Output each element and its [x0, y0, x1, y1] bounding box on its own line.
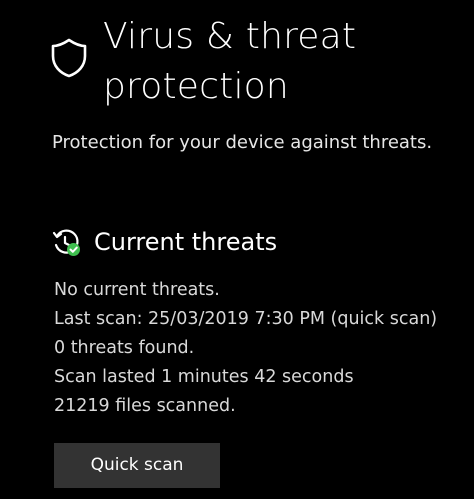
status-no-threats: No current threats.: [54, 280, 220, 300]
status-threats-found: 0 threats found.: [54, 338, 195, 358]
quick-scan-button[interactable]: Quick scan: [54, 443, 220, 488]
page-header: Virus & threat protection: [0, 0, 474, 120]
threat-status-list: No current threats. Last scan: 25/03/201…: [54, 276, 437, 421]
status-files-scanned: 21219 files scanned.: [54, 396, 236, 416]
history-check-icon: [52, 229, 80, 256]
shield-icon: [51, 38, 87, 78]
status-last-scan: Last scan: 25/03/2019 7:30 PM (quick sca…: [54, 309, 438, 329]
status-scan-duration: Scan lasted 1 minutes 42 seconds: [54, 367, 354, 387]
page-description: Protection for your device against threa…: [52, 132, 433, 153]
page-title: Virus & threat protection: [103, 16, 357, 107]
section-title-current-threats: Current threats: [94, 228, 278, 256]
